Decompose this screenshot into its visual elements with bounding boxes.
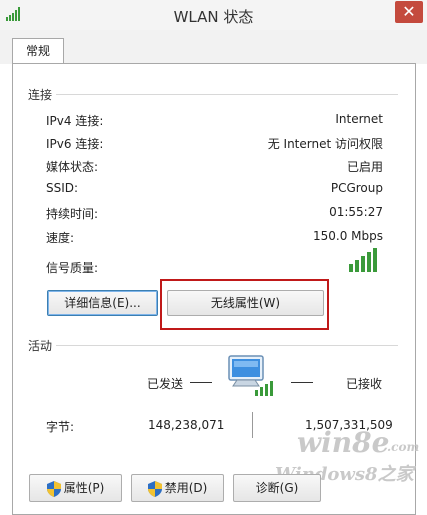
tab-general[interactable]: 常规	[12, 38, 64, 65]
properties-label: 属性(P)	[63, 481, 105, 495]
received-label: 已接收	[346, 377, 383, 391]
sent-label: 已发送	[147, 377, 184, 391]
network-computer-icon	[228, 355, 273, 396]
duration-value: 01:55:27	[329, 205, 383, 219]
ssid-label: SSID:	[46, 181, 79, 195]
signal-quality-label: 信号质量:	[46, 261, 99, 275]
connection-header: 连接	[28, 88, 53, 102]
bytes-sent-value: 148,238,071	[148, 418, 225, 432]
diagnose-button[interactable]: 诊断(G)	[233, 474, 321, 502]
title-bar: WLAN 状态 ✕	[0, 0, 427, 31]
properties-button[interactable]: 属性(P)	[29, 474, 122, 502]
speed-value: 150.0 Mbps	[312, 229, 383, 243]
ipv4-value: Internet	[335, 112, 383, 126]
media-state-label: 媒体状态:	[46, 160, 99, 174]
close-button[interactable]: ✕	[395, 1, 423, 23]
uac-shield-icon	[147, 480, 162, 497]
window-title: WLAN 状态	[173, 8, 254, 26]
ipv6-value: 无 Internet 访问权限	[267, 137, 383, 151]
activity-divider	[56, 345, 398, 346]
disable-label: 禁用(D)	[164, 481, 208, 495]
highlight-box	[160, 279, 329, 330]
disable-button[interactable]: 禁用(D)	[131, 474, 224, 502]
ssid-value: PCGroup	[330, 181, 383, 195]
details-button[interactable]: 详细信息(E)...	[47, 290, 158, 316]
ipv4-label: IPv4 连接:	[46, 114, 104, 128]
tab-strip: 常规	[0, 30, 427, 65]
bytes-label: 字节:	[46, 420, 75, 434]
ipv6-label: IPv6 连接:	[46, 137, 104, 151]
speed-label: 速度:	[46, 231, 75, 245]
signal-quality-icon	[349, 248, 377, 272]
sent-dash	[190, 382, 212, 383]
connection-divider	[56, 94, 398, 95]
uac-shield-icon	[46, 480, 61, 497]
bytes-divider	[252, 412, 253, 438]
activity-header: 活动	[28, 339, 53, 353]
received-dash	[291, 382, 313, 383]
duration-label: 持续时间:	[46, 207, 99, 221]
media-state-value: 已启用	[346, 160, 383, 174]
